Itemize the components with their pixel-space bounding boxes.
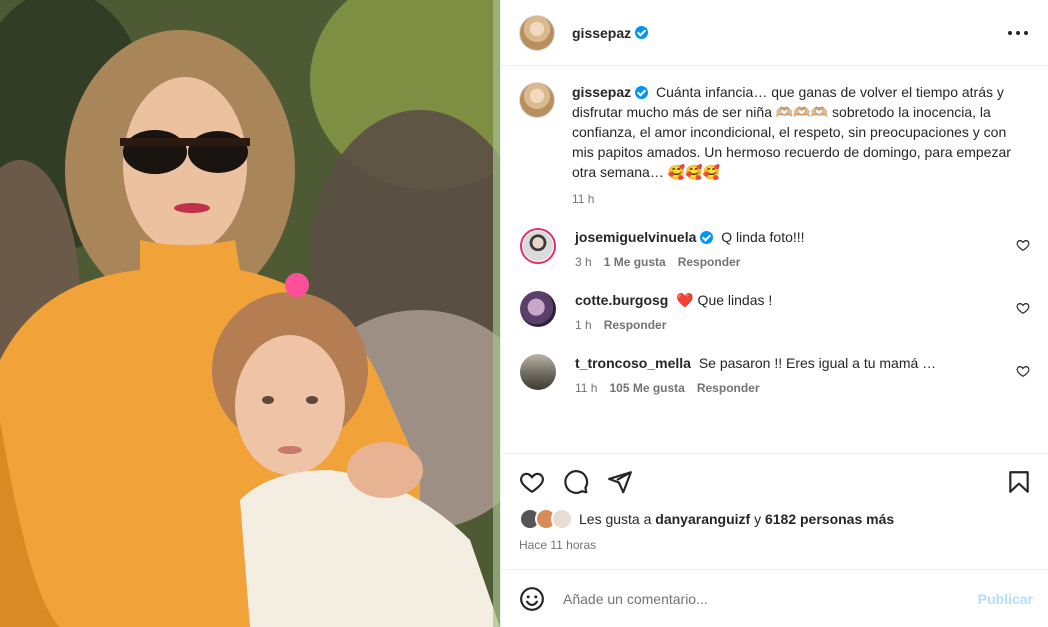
likes-summary: Les gusta a danyaranguizf y 6182 persona… xyxy=(519,508,1032,530)
comment-like-heart-icon[interactable] xyxy=(1016,364,1030,378)
verified-badge-icon xyxy=(635,86,649,99)
post-side-panel: gissepaz gissepaz Cuánta infancia… que g… xyxy=(500,0,1048,627)
caption-time: 11 h xyxy=(572,192,595,206)
caption-text-block: gissepaz Cuánta infancia… que ganas de v… xyxy=(572,82,1012,182)
commenter-avatar[interactable] xyxy=(520,228,556,264)
owner-avatar[interactable] xyxy=(519,14,555,51)
reply-button[interactable]: Responder xyxy=(697,381,760,395)
likes-prefix: Les gusta a xyxy=(579,511,652,527)
post-dialog: gissepaz gissepaz Cuánta infancia… que g… xyxy=(0,0,1048,627)
bookmark-icon[interactable] xyxy=(1006,469,1032,495)
comment-item: t_troncoso_mella Se pasaron !! Eres igua… xyxy=(519,354,1030,395)
share-icon[interactable] xyxy=(607,469,633,495)
comment-text: ❤️ Que lindas ! xyxy=(676,292,773,308)
commenter-username[interactable]: cotte.burgosg xyxy=(575,292,668,308)
commenter-username[interactable]: t_troncoso_mella xyxy=(575,355,691,371)
publish-button[interactable]: Publicar xyxy=(978,591,1033,607)
commenter-avatar[interactable] xyxy=(520,354,556,390)
verified-badge-icon xyxy=(635,26,649,39)
comment-input[interactable] xyxy=(563,590,978,607)
caption-username[interactable]: gissepaz xyxy=(572,84,631,100)
caption-owner-avatar[interactable] xyxy=(519,82,555,118)
likes-others-count[interactable]: 6182 personas más xyxy=(765,511,894,527)
comment-text: Se pasaron !! Eres igual a tu mamá … xyxy=(698,355,937,371)
comment-item: josemiguelvinuela Q linda foto!!! 3 h 1 … xyxy=(519,228,1030,269)
heart-icon[interactable] xyxy=(519,469,545,495)
reply-button[interactable]: Responder xyxy=(604,318,667,332)
commenter-avatar[interactable] xyxy=(520,291,556,327)
post-timestamp[interactable]: Hace 11 horas xyxy=(519,538,1032,552)
owner-username[interactable]: gissepaz xyxy=(572,25,631,41)
comment-time: 3 h xyxy=(575,255,592,269)
comment-likes-count[interactable]: 1 Me gusta xyxy=(604,255,666,269)
post-photo[interactable] xyxy=(0,0,500,627)
liker-username[interactable]: danyaranguizf xyxy=(655,511,750,527)
comments-scroll-area[interactable]: gissepaz Cuánta infancia… que ganas de v… xyxy=(501,66,1048,453)
comment-time: 1 h xyxy=(575,318,592,332)
likers-avatars[interactable] xyxy=(519,508,577,530)
comment-likes-count[interactable]: 105 Me gusta xyxy=(609,381,684,395)
comment-icon[interactable] xyxy=(563,469,589,495)
add-comment-bar: Publicar xyxy=(501,569,1048,627)
emoji-icon[interactable] xyxy=(519,586,545,612)
comment-text: Q linda foto!!! xyxy=(721,229,805,245)
comment-like-heart-icon[interactable] xyxy=(1016,238,1030,252)
photo-illustration xyxy=(0,0,500,627)
post-caption: gissepaz Cuánta infancia… que ganas de v… xyxy=(519,82,1030,206)
reply-button[interactable]: Responder xyxy=(678,255,741,269)
post-header: gissepaz xyxy=(501,0,1048,66)
verified-badge-icon xyxy=(700,231,714,244)
comment-item: cotte.burgosg ❤️ Que lindas ! 1 h Respon… xyxy=(519,291,1030,332)
comment-time: 11 h xyxy=(575,381,598,395)
comment-like-heart-icon[interactable] xyxy=(1016,301,1030,315)
more-options-icon[interactable] xyxy=(1006,21,1030,45)
likes-connector: y xyxy=(754,511,762,527)
commenter-username[interactable]: josemiguelvinuela xyxy=(575,229,696,245)
post-actions: Les gusta a danyaranguizf y 6182 persona… xyxy=(501,453,1048,569)
